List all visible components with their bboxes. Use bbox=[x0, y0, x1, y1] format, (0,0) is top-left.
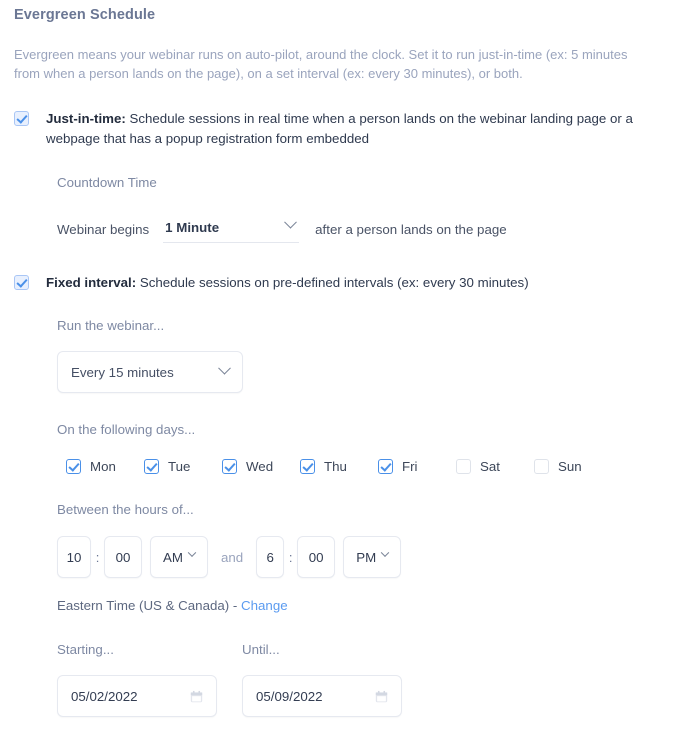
interval-select-value: Every 15 minutes bbox=[71, 364, 174, 380]
starting-date-col: Starting... 05/02/2022 bbox=[57, 642, 242, 717]
day-checkbox-fri[interactable]: Fri bbox=[369, 459, 447, 474]
time-range-conjunction: and bbox=[221, 549, 244, 565]
just-in-time-checkbox-wrap[interactable] bbox=[14, 109, 29, 131]
days-checkbox-group: Mon Tue Wed Thu Fri Sat Sun bbox=[57, 459, 674, 474]
just-in-time-label: Just-in-time: Schedule sessions in real … bbox=[46, 109, 646, 149]
start-meridiem-value: AM bbox=[163, 549, 183, 565]
day-label-sun: Sun bbox=[558, 459, 582, 474]
countdown-duration-select[interactable]: 1 Minute bbox=[163, 215, 300, 243]
end-time-colon: : bbox=[288, 549, 293, 565]
calendar-icon[interactable] bbox=[190, 690, 203, 703]
day-checkbox-fri-box[interactable] bbox=[378, 459, 393, 474]
between-hours-heading: Between the hours of... bbox=[57, 502, 194, 517]
day-checkbox-sun[interactable]: Sun bbox=[525, 459, 603, 474]
day-checkbox-thu[interactable]: Thu bbox=[291, 459, 369, 474]
day-checkbox-sun-box[interactable] bbox=[534, 459, 549, 474]
evergreen-schedule-panel: Evergreen Schedule Evergreen means your … bbox=[0, 7, 688, 717]
start-minute-input[interactable]: 00 bbox=[104, 536, 142, 578]
day-checkbox-tue-box[interactable] bbox=[144, 459, 159, 474]
just-in-time-details: Countdown Time Webinar begins 1 Minute a… bbox=[57, 175, 674, 243]
day-checkbox-sat[interactable]: Sat bbox=[447, 459, 525, 474]
fixed-interval-label: Fixed interval: Schedule sessions on pre… bbox=[46, 273, 529, 293]
day-label-wed: Wed bbox=[246, 459, 274, 474]
fixed-interval-checkbox-wrap[interactable] bbox=[14, 273, 29, 295]
chevron-down-icon bbox=[187, 548, 197, 557]
countdown-time-heading: Countdown Time bbox=[57, 175, 157, 190]
start-hour-input[interactable]: 10 bbox=[57, 536, 91, 578]
until-date-input[interactable]: 05/09/2022 bbox=[242, 675, 402, 717]
fixed-interval-label-rest: Schedule sessions on pre-defined interva… bbox=[136, 275, 529, 290]
end-meridiem-value: PM bbox=[356, 549, 377, 565]
countdown-row: Webinar begins 1 Minute after a person l… bbox=[57, 215, 674, 243]
page-title: Evergreen Schedule bbox=[14, 7, 156, 23]
day-checkbox-mon[interactable]: Mon bbox=[57, 459, 135, 474]
fixed-interval-label-bold: Fixed interval: bbox=[46, 275, 137, 290]
countdown-duration-value: 1 Minute bbox=[165, 220, 220, 235]
start-minute-value: 00 bbox=[115, 549, 131, 565]
start-hour-value: 10 bbox=[66, 549, 82, 565]
calendar-icon[interactable] bbox=[375, 690, 388, 703]
day-label-sat: Sat bbox=[480, 459, 500, 474]
interval-select[interactable]: Every 15 minutes bbox=[57, 351, 243, 393]
until-date-col: Until... 05/09/2022 bbox=[242, 642, 427, 717]
end-hour-value: 6 bbox=[266, 549, 274, 565]
timezone-change-link[interactable]: Change bbox=[241, 598, 288, 613]
fixed-interval-checkbox[interactable] bbox=[14, 275, 29, 290]
just-in-time-checkbox[interactable] bbox=[14, 111, 29, 126]
fixed-interval-option-row[interactable]: Fixed interval: Schedule sessions on pre… bbox=[14, 273, 674, 295]
timezone-label: Eastern Time (US & Canada) - bbox=[57, 598, 238, 613]
following-days-heading: On the following days... bbox=[57, 422, 196, 437]
end-meridiem-select[interactable]: PM bbox=[343, 536, 402, 578]
end-hour-input[interactable]: 6 bbox=[256, 536, 285, 578]
starting-heading: Starting... bbox=[57, 642, 114, 657]
webinar-begins-suffix: after a person lands on the page bbox=[315, 222, 507, 237]
start-meridiem-select[interactable]: AM bbox=[150, 536, 208, 578]
end-minute-value: 00 bbox=[308, 549, 324, 565]
time-range-row: 10 : 00 AM and 6 : 00 PM bbox=[57, 536, 674, 578]
run-webinar-heading: Run the webinar... bbox=[57, 318, 165, 333]
start-time-colon: : bbox=[95, 549, 100, 565]
day-label-mon: Mon bbox=[90, 459, 116, 474]
day-checkbox-mon-box[interactable] bbox=[66, 459, 81, 474]
timezone-line: Eastern Time (US & Canada) - Change bbox=[57, 598, 674, 613]
day-checkbox-wed-box[interactable] bbox=[222, 459, 237, 474]
day-label-tue: Tue bbox=[168, 459, 191, 474]
day-checkbox-thu-box[interactable] bbox=[300, 459, 315, 474]
end-minute-input[interactable]: 00 bbox=[297, 536, 336, 578]
starting-date-input[interactable]: 05/02/2022 bbox=[57, 675, 217, 717]
fixed-interval-details: Run the webinar... Every 15 minutes On t… bbox=[57, 318, 674, 717]
chevron-down-icon bbox=[284, 215, 298, 229]
day-label-thu: Thu bbox=[324, 459, 347, 474]
chevron-down-icon bbox=[218, 361, 231, 375]
panel-description: Evergreen means your webinar runs on aut… bbox=[14, 47, 628, 81]
day-checkbox-tue[interactable]: Tue bbox=[135, 459, 213, 474]
webinar-begins-label: Webinar begins bbox=[57, 222, 150, 237]
day-label-fri: Fri bbox=[402, 459, 418, 474]
until-date-value: 05/09/2022 bbox=[256, 688, 323, 704]
starting-date-value: 05/02/2022 bbox=[71, 688, 138, 704]
just-in-time-option-row[interactable]: Just-in-time: Schedule sessions in real … bbox=[14, 109, 674, 149]
day-checkbox-sat-box[interactable] bbox=[456, 459, 471, 474]
until-heading: Until... bbox=[242, 642, 280, 657]
just-in-time-label-bold: Just-in-time: bbox=[46, 111, 126, 126]
just-in-time-label-rest: Schedule sessions in real time when a pe… bbox=[46, 111, 633, 146]
chevron-down-icon bbox=[380, 548, 390, 557]
day-checkbox-wed[interactable]: Wed bbox=[213, 459, 291, 474]
date-range-row: Starting... 05/02/2022 Until... 05/09/20… bbox=[57, 642, 674, 717]
